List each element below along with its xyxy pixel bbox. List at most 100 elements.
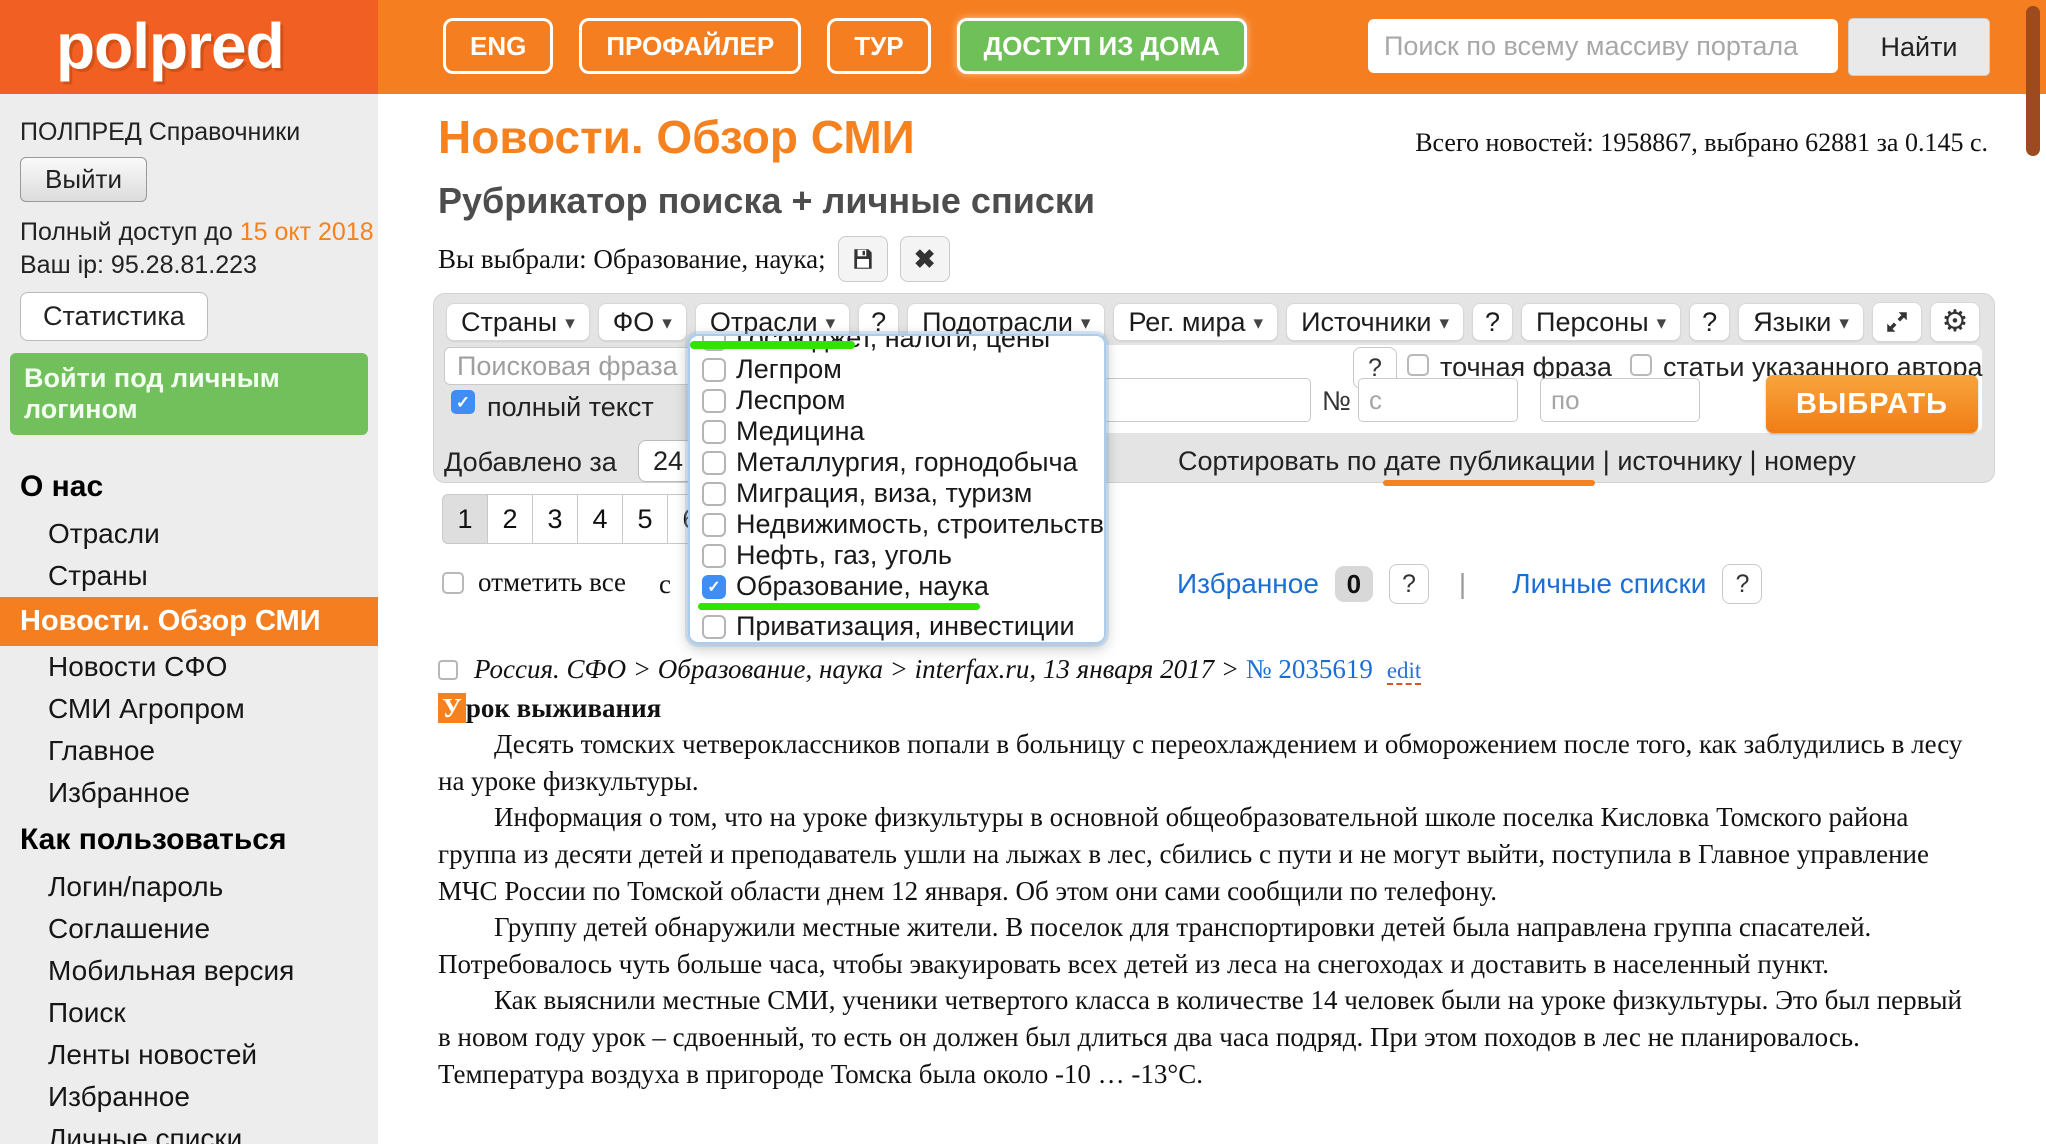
- dropdown-option-label: Недвижимость, строительство: [736, 509, 1106, 540]
- sidebar-item[interactable]: Личные списки: [0, 1118, 378, 1144]
- checkbox[interactable]: [702, 615, 726, 639]
- favorites-help-button[interactable]: ?: [1389, 564, 1429, 604]
- select-button[interactable]: ВЫБРАТЬ: [1766, 375, 1978, 433]
- edit-link[interactable]: edit: [1387, 658, 1422, 685]
- dropdown-option[interactable]: Медицина: [690, 416, 1104, 447]
- full-text-checkbox-checked[interactable]: ✓: [451, 390, 475, 414]
- personal-login-button[interactable]: Войти под личным логином: [10, 353, 368, 435]
- from-input[interactable]: [1358, 378, 1518, 422]
- exact-phrase-checkbox[interactable]: [1407, 354, 1429, 376]
- favorites-link[interactable]: Избранное: [1177, 568, 1319, 600]
- checkbox[interactable]: [702, 451, 726, 475]
- page-button[interactable]: 4: [577, 494, 623, 544]
- polpred-logo[interactable]: polpred: [56, 0, 284, 92]
- sidebar-item[interactable]: Отрасли: [0, 513, 378, 555]
- filter-button-label: Персоны: [1536, 307, 1649, 338]
- filter-button-label: ?: [1702, 307, 1717, 338]
- sidebar-item[interactable]: Новости СФО: [0, 646, 378, 688]
- filter-button-label: ?: [871, 307, 886, 338]
- main-content: Всего новостей: 1958867, выбрано 62881 з…: [378, 94, 2046, 1144]
- expand-button[interactable]: [1872, 302, 1922, 342]
- settings-button[interactable]: ⚙: [1930, 302, 1980, 342]
- sidebar-item[interactable]: Избранное: [0, 772, 378, 814]
- author-articles-checkbox[interactable]: [1630, 354, 1652, 376]
- sidebar-item[interactable]: Страны: [0, 555, 378, 597]
- filter-help-button[interactable]: ?: [1472, 303, 1513, 341]
- dropdown-option[interactable]: Леспром: [690, 385, 1104, 416]
- sidebar-item[interactable]: Ленты новостей: [0, 1034, 378, 1076]
- dropdown-option[interactable]: Недвижимость, строительство: [690, 509, 1104, 540]
- number-input[interactable]: [1096, 378, 1311, 422]
- page-button[interactable]: 1: [442, 494, 488, 544]
- sidebar-section[interactable]: О нас: [0, 461, 378, 513]
- page-button[interactable]: 2: [487, 494, 533, 544]
- sidebar-item[interactable]: Логин/пароль: [0, 866, 378, 908]
- sidebar-item-active[interactable]: Новости. Обзор СМИ: [0, 597, 378, 646]
- filter-dropdown-button[interactable]: Страны▾: [446, 303, 590, 341]
- page: polpred ENG ПРОФАЙЛЕР ТУР ДОСТУП ИЗ ДОМА Н…: [0, 0, 2046, 1144]
- chevron-down-icon: ▾: [1657, 312, 1667, 335]
- scrollbar-thumb[interactable]: [2026, 6, 2040, 156]
- checkbox[interactable]: [702, 358, 726, 382]
- sort-active-underline: [1383, 480, 1595, 486]
- filter-dropdown-button[interactable]: ФО▾: [598, 303, 687, 341]
- sidebar-section[interactable]: Как пользоваться: [0, 814, 378, 866]
- dropdown-option[interactable]: ✓Образование, наука: [690, 571, 1104, 602]
- sidebar-item[interactable]: Поиск: [0, 992, 378, 1034]
- sidebar-item[interactable]: СМИ Агропром: [0, 688, 378, 730]
- selected-filters-label: Вы выбрали: Образование, наука;: [438, 244, 826, 275]
- article-checkbox[interactable]: [438, 660, 458, 680]
- personal-lists-link[interactable]: Личные списки: [1512, 568, 1706, 600]
- filter-button-label: Отрасли: [710, 307, 818, 338]
- sidebar-item[interactable]: Мобильная версия: [0, 950, 378, 992]
- header-nav-button[interactable]: ТУР: [827, 18, 930, 74]
- header-nav-button[interactable]: ENG: [443, 18, 553, 74]
- dropdown-option-label: Приватизация, инвестиции: [736, 611, 1075, 642]
- checkbox-checked[interactable]: ✓: [702, 575, 726, 599]
- checkbox[interactable]: [702, 482, 726, 506]
- dropdown-option[interactable]: Нефть, газ, уголь: [690, 540, 1104, 571]
- dropdown-option[interactable]: Легпром: [690, 354, 1104, 385]
- sidebar-caption: ПОЛПРЕД Справочники: [20, 118, 378, 147]
- sort-prefix: Сортировать по: [1178, 446, 1384, 476]
- sidebar-item[interactable]: Избранное: [0, 1076, 378, 1118]
- to-input[interactable]: [1540, 378, 1700, 422]
- checkbox[interactable]: [702, 544, 726, 568]
- header-nav-button[interactable]: ПРОФАЙЛЕР: [579, 18, 801, 74]
- checkbox[interactable]: [702, 389, 726, 413]
- dropdown-option-label: Металлургия, горнодобыча: [736, 447, 1078, 478]
- filter-button-label: Подотрасли: [922, 307, 1073, 338]
- question-icon: ?: [1735, 570, 1749, 599]
- sort-by-date-link[interactable]: дате публикации: [1384, 446, 1595, 476]
- dropdown-option[interactable]: Приватизация, инвестиции: [690, 611, 1104, 642]
- dropdown-option[interactable]: Миграция, виза, туризм: [690, 478, 1104, 509]
- clear-selection-button[interactable]: ✖: [900, 236, 950, 282]
- filter-help-button[interactable]: ?: [1689, 303, 1730, 341]
- logout-button[interactable]: Выйти: [20, 157, 147, 202]
- sort-options[interactable]: | источнику | номеру: [1595, 446, 1856, 476]
- filter-dropdown-button[interactable]: Источники▾: [1286, 303, 1464, 341]
- checkbox[interactable]: [702, 420, 726, 444]
- save-selection-button[interactable]: [838, 236, 888, 282]
- checkbox[interactable]: [702, 513, 726, 537]
- chevron-down-icon: ▾: [1081, 312, 1091, 335]
- mark-all-checkbox[interactable]: [442, 572, 464, 594]
- portal-search-input[interactable]: [1368, 19, 1838, 73]
- cutoff-text-fragment: с: [659, 569, 671, 600]
- article-body: Десять томских четвероклассников попали …: [438, 726, 1978, 1092]
- page-button[interactable]: 3: [532, 494, 578, 544]
- home-access-button[interactable]: ДОСТУП ИЗ ДОМА: [957, 18, 1247, 74]
- sidebar-item[interactable]: Соглашение: [0, 908, 378, 950]
- page-button[interactable]: 5: [622, 494, 668, 544]
- personal-lists-help-button[interactable]: ?: [1722, 564, 1762, 604]
- filter-dropdown-button[interactable]: Рег. мира▾: [1113, 303, 1278, 341]
- dropdown-option-label: Леспром: [736, 385, 845, 416]
- filter-dropdown-button[interactable]: Персоны ▾: [1521, 303, 1681, 341]
- article-headline: Урок выживания: [438, 690, 1978, 727]
- statistics-button[interactable]: Статистика: [20, 292, 208, 341]
- sidebar-item[interactable]: Главное: [0, 730, 378, 772]
- dropdown-option[interactable]: Металлургия, горнодобыча: [690, 447, 1104, 478]
- filter-dropdown-button[interactable]: Языки▾: [1738, 303, 1864, 341]
- article-number-link[interactable]: № 2035619: [1246, 654, 1373, 684]
- find-button[interactable]: Найти: [1848, 18, 1990, 76]
